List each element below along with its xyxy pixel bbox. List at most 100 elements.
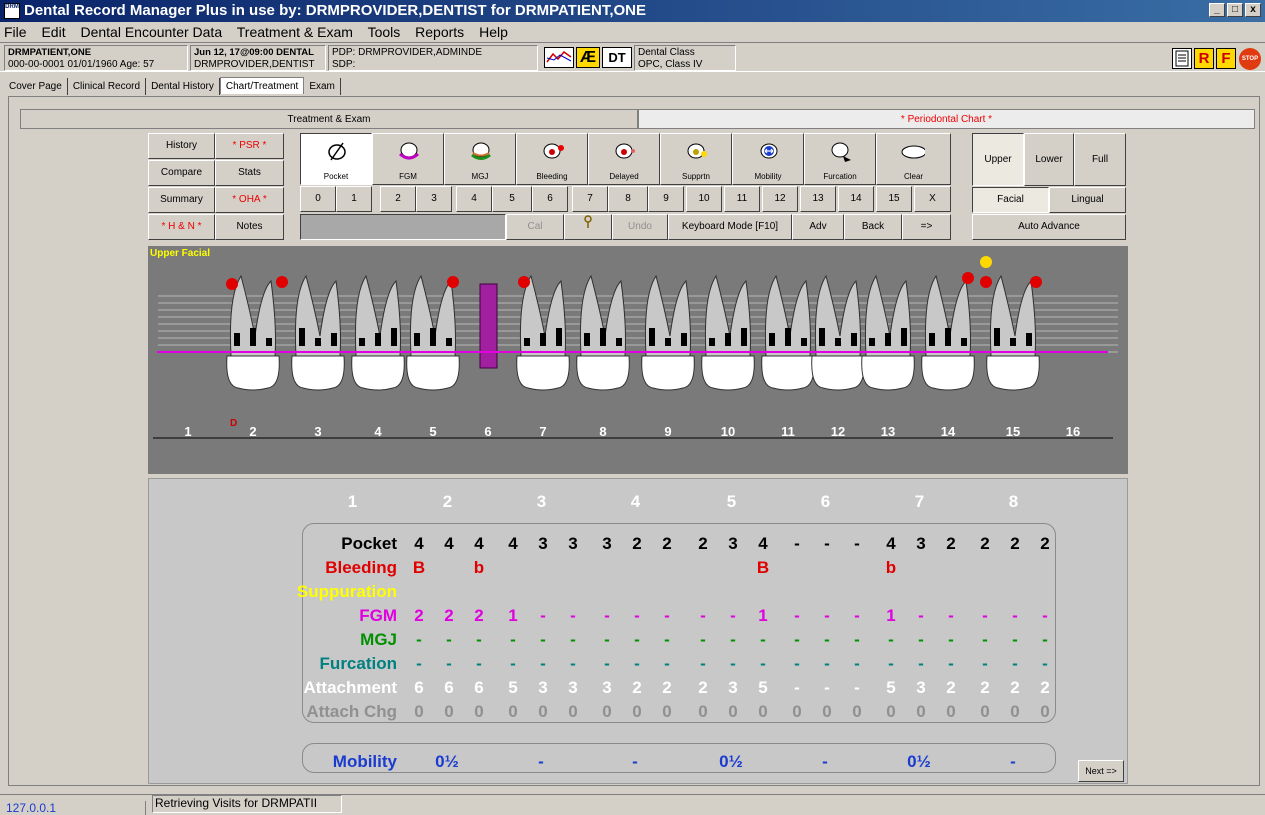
tab-exam[interactable]: Exam [304,78,341,95]
tooth-2[interactable] [226,274,280,391]
visit-info[interactable]: Jun 12, 17@09:00 DENTAL DRMPROVIDER,DENT… [190,45,326,71]
fgm-cell[interactable]: - [562,606,584,626]
attach_chg-cell[interactable]: 0 [438,702,460,722]
pocket-cell[interactable]: 4 [880,534,902,554]
attach_chg-cell[interactable]: 0 [562,702,584,722]
attach_chg-cell[interactable]: 0 [596,702,618,722]
attach_chg-cell[interactable]: 0 [752,702,774,722]
furcation-cell[interactable]: - [408,654,430,674]
attach_chg-cell[interactable]: 0 [468,702,490,722]
pocket-cell[interactable]: - [816,534,838,554]
mgj-cell[interactable]: - [722,630,744,650]
attach_chg-cell[interactable]: 0 [1034,702,1056,722]
mgj-cell[interactable]: - [846,630,868,650]
fgm-cell[interactable]: - [910,606,932,626]
fgm-cell[interactable]: - [1034,606,1056,626]
tooth-13[interactable] [861,274,915,391]
fgm-cell[interactable]: - [596,606,618,626]
tab-cover-page[interactable]: Cover Page [4,78,68,95]
furcation-tool[interactable]: Furcation [804,133,876,185]
num-0[interactable]: 0 [300,186,336,212]
attachment-cell[interactable]: 5 [502,678,524,698]
pocket-tool[interactable]: Pocket [300,133,372,185]
pocket-cell[interactable]: 3 [532,534,554,554]
history-button[interactable]: History [148,133,215,159]
fgm-cell[interactable]: - [656,606,678,626]
num-7[interactable]: 7 [572,186,608,212]
pocket-cell[interactable]: 3 [596,534,618,554]
menu-treatment-exam[interactable]: Treatment & Exam [237,24,353,40]
num-13[interactable]: 13 [800,186,836,212]
attachment-cell[interactable]: 3 [722,678,744,698]
mobility-cell[interactable]: - [516,752,566,772]
attach_chg-cell[interactable]: 0 [846,702,868,722]
num-5[interactable]: 5 [492,186,532,212]
mgj-cell[interactable]: - [626,630,648,650]
pocket-cell[interactable]: 4 [438,534,460,554]
mobility-cell[interactable]: 0½ [422,752,472,772]
furcation-cell[interactable]: - [752,654,774,674]
furcation-cell[interactable]: - [722,654,744,674]
attachment-cell[interactable]: - [786,678,808,698]
menu-reports[interactable]: Reports [415,24,464,40]
num-3[interactable]: 3 [416,186,452,212]
fgm-cell[interactable]: - [974,606,996,626]
stop-icon[interactable]: STOP [1239,48,1261,70]
fgm-cell[interactable]: - [786,606,808,626]
subtab-periodontal-chart[interactable]: * Periodontal Chart * [638,109,1255,129]
mobility-cell[interactable]: - [800,752,850,772]
stats-button[interactable]: Stats [215,160,284,186]
tooth-3[interactable] [291,274,345,391]
furcation-cell[interactable]: - [562,654,584,674]
pocket-cell[interactable]: 2 [1004,534,1026,554]
summary-button[interactable]: Summary [148,187,215,213]
num-1[interactable]: 1 [336,186,372,212]
attach_chg-cell[interactable]: 0 [722,702,744,722]
mobility-cell[interactable]: - [610,752,660,772]
fgm-cell[interactable]: 2 [468,606,490,626]
attach_chg-cell[interactable]: 0 [656,702,678,722]
furcation-cell[interactable]: - [786,654,808,674]
undo-button[interactable]: Undo [612,214,668,240]
notes-icon[interactable] [1172,48,1192,69]
pocket-cell[interactable]: 2 [974,534,996,554]
tab-chart-treatment[interactable]: Chart/Treatment [219,77,305,94]
furcation-cell[interactable]: - [974,654,996,674]
fgm-cell[interactable]: - [532,606,554,626]
keyboard-mode-button[interactable]: Keyboard Mode [F10] [668,214,792,240]
attach_chg-cell[interactable]: 0 [408,702,430,722]
num-15[interactable]: 15 [876,186,912,212]
mgj-cell[interactable]: - [502,630,524,650]
fgm-cell[interactable]: - [940,606,962,626]
furcation-cell[interactable]: - [656,654,678,674]
menu-dental-encounter-data[interactable]: Dental Encounter Data [80,24,222,40]
maximize-button[interactable]: □ [1227,3,1243,17]
upper-button[interactable]: Upper [972,133,1024,186]
furcation-cell[interactable]: - [910,654,932,674]
tooth-7[interactable] [516,274,570,391]
clear-tool[interactable]: Clear [876,133,951,185]
attachment-cell[interactable]: 6 [408,678,430,698]
attach_chg-cell[interactable]: 0 [692,702,714,722]
attachment-cell[interactable]: 5 [752,678,774,698]
mgj-cell[interactable]: - [1034,630,1056,650]
minimize-button[interactable]: _ [1209,3,1225,17]
mgj-cell[interactable]: - [974,630,996,650]
full-button[interactable]: Full [1074,133,1126,186]
pocket-cell[interactable]: 2 [1034,534,1056,554]
lower-button[interactable]: Lower [1024,133,1074,186]
pocket-cell[interactable]: 4 [752,534,774,554]
tooth-14[interactable] [921,274,975,391]
attachment-cell[interactable]: 3 [910,678,932,698]
furcation-cell[interactable]: - [1004,654,1026,674]
mgj-cell[interactable]: - [408,630,430,650]
num-11[interactable]: 11 [724,186,760,212]
tooth-9[interactable] [641,274,695,391]
furcation-cell[interactable]: - [468,654,490,674]
furcation-cell[interactable]: - [626,654,648,674]
attachment-cell[interactable]: 3 [562,678,584,698]
mobility-cell[interactable]: - [988,752,1038,772]
attachment-cell[interactable]: - [816,678,838,698]
menu-edit[interactable]: Edit [41,24,65,40]
pocket-cell[interactable]: 3 [562,534,584,554]
